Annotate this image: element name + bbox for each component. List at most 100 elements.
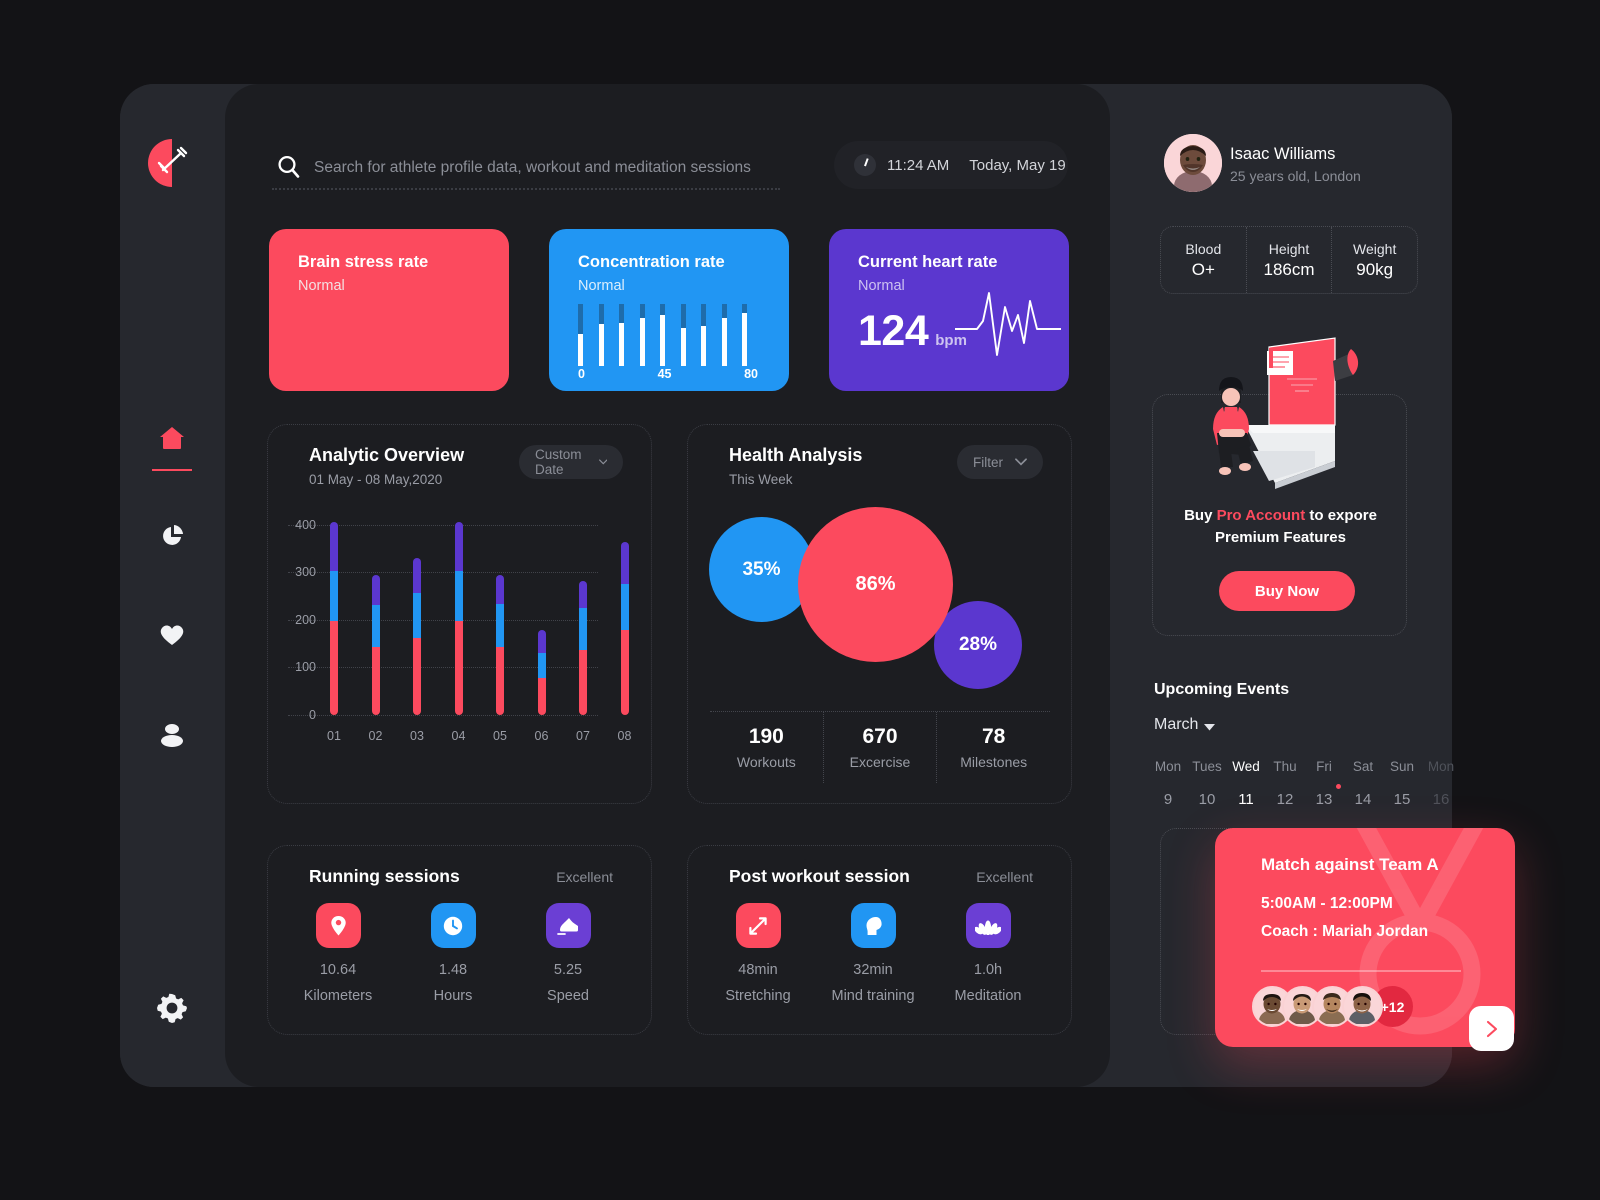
- filter-button[interactable]: Filter: [957, 445, 1043, 479]
- chevron-down-icon[interactable]: [1203, 723, 1216, 731]
- running-shoe-icon: [545, 903, 591, 948]
- custom-date-button[interactable]: Custom Date: [519, 445, 623, 479]
- day-of-week: Fri: [1316, 759, 1332, 774]
- bar-light-segment: [701, 325, 706, 366]
- panel-title: Analytic Overview: [309, 445, 465, 465]
- post-item-mind-training[interactable]: 32min Mind training: [832, 903, 915, 1004]
- chart-bar[interactable]: [454, 522, 463, 715]
- sidebar-item-home[interactable]: [148, 414, 196, 471]
- chart-bar[interactable]: [371, 575, 380, 715]
- left-sidebar: [120, 84, 238, 1087]
- buy-now-button[interactable]: Buy Now: [1219, 571, 1355, 611]
- metric-weight: Weight 90kg: [1331, 227, 1417, 293]
- dumbbell-logo[interactable]: [148, 139, 196, 187]
- chart-bar[interactable]: [413, 558, 421, 715]
- stat-label: Milestones: [960, 754, 1028, 770]
- red-bubble[interactable]: 86%: [798, 507, 953, 662]
- bubble-label: 86%: [855, 573, 896, 595]
- concentration-rate-card[interactable]: Concentration rate Normal 0 45 80: [549, 229, 789, 391]
- blue-bubble[interactable]: 35%: [709, 517, 814, 622]
- y-axis-tick: 400: [295, 517, 316, 532]
- calendar-day-16[interactable]: Mon 16: [1418, 758, 1464, 808]
- chart-bar-segment: [454, 522, 463, 572]
- brain-stress-card[interactable]: Brain stress rate Normal Low Normal Very…: [269, 229, 509, 391]
- post-item-stretching[interactable]: 48min Stretching: [725, 903, 791, 1004]
- chart-bar-segment: [371, 647, 380, 715]
- chart-bar[interactable]: [330, 522, 338, 715]
- heart-icon: [160, 625, 184, 645]
- chart-bar-segment: [413, 592, 421, 638]
- running-item-kilometers[interactable]: 10.64 Kilometers: [304, 903, 372, 1004]
- promo-post: to expore: [1309, 507, 1377, 524]
- ekg-waveform-icon: [955, 292, 1061, 356]
- day-of-week: Mon: [1154, 759, 1182, 774]
- panel-rating: Excellent: [556, 869, 613, 885]
- post-workout-items: 48min Stretching 32min Mind training 1.0…: [725, 903, 1021, 1004]
- card-title: Concentration rate: [578, 253, 725, 271]
- analytic-bar-chart: 0 100 200 300 400 01 02 03 04 05 06 07 08: [288, 515, 638, 765]
- clock-icon: [854, 154, 876, 176]
- stat-exercise: 670 Excercise: [822, 712, 937, 783]
- stat-label: Excercise: [849, 754, 911, 770]
- sidebar-item-health[interactable]: [148, 611, 196, 659]
- running-sessions-panel: Running sessions Excellent 10.64 Kilomet…: [267, 845, 652, 1035]
- head-brain-icon: [850, 903, 896, 948]
- pro-account-promo: Buy Pro Account to expore Premium Featur…: [1152, 337, 1408, 636]
- heart-rate-card[interactable]: Current heart rate Normal 124 bpm: [829, 229, 1069, 391]
- card-status: Normal: [578, 278, 625, 294]
- item-value: 5.25: [553, 962, 583, 978]
- x-axis-tick: 01: [327, 729, 341, 743]
- y-axis-tick: 100: [295, 660, 316, 675]
- promo-line2: Premium Features: [1215, 529, 1346, 546]
- chart-bar-segment: [413, 637, 421, 715]
- attendee-facepile[interactable]: +12: [1252, 986, 1413, 1027]
- chart-bar[interactable]: [537, 630, 546, 715]
- next-event-button[interactable]: [1469, 1006, 1514, 1051]
- day-number: 16: [1432, 791, 1450, 808]
- metric-value: 186cm: [1263, 259, 1315, 279]
- concentration-bar: [639, 304, 645, 366]
- card-status: Normal: [298, 278, 345, 294]
- chart-bar-segment: [454, 621, 463, 715]
- post-item-meditation[interactable]: 1.0h Meditation: [955, 903, 1021, 1004]
- month-selector-label[interactable]: March: [1154, 716, 1198, 734]
- purple-bubble[interactable]: 28%: [934, 601, 1022, 689]
- sidebar-item-profile[interactable]: [148, 710, 196, 758]
- chart-bar[interactable]: [579, 580, 587, 715]
- chart-bar-segment: [454, 571, 463, 622]
- y-axis-tick: 300: [295, 565, 316, 580]
- chart-bar-segment: [371, 604, 380, 648]
- chart-bar-segment: [579, 608, 587, 651]
- running-item-hours[interactable]: 1.48 Hours: [424, 903, 482, 1004]
- health-analysis-panel: Health Analysis This Week Filter 35% 28%…: [687, 424, 1072, 804]
- chart-bar-segment: [330, 621, 338, 715]
- event-divider: [1261, 970, 1461, 972]
- panel-subtitle: This Week: [729, 472, 793, 487]
- chart-bar[interactable]: [620, 541, 629, 715]
- panel-title: Running sessions: [309, 866, 460, 886]
- chart-bar-segment: [496, 604, 504, 647]
- location-pin-icon: [315, 903, 361, 948]
- sidebar-item-settings[interactable]: [148, 984, 196, 1032]
- bar-light-segment: [578, 333, 583, 366]
- bubble-label: 28%: [958, 634, 998, 655]
- sidebar-item-statistics[interactable]: [148, 512, 196, 560]
- chart-bar[interactable]: [496, 575, 504, 715]
- stat-milestones: 78 Milestones: [936, 712, 1050, 783]
- chart-bar-segment: [579, 580, 587, 609]
- search-bar[interactable]: [272, 148, 780, 190]
- user-name: Isaac Williams: [1230, 145, 1336, 163]
- axis-tick-0: 0: [578, 367, 585, 381]
- day-of-week: Sun: [1389, 759, 1415, 774]
- running-item-speed[interactable]: 5.25 Speed: [539, 903, 597, 1004]
- event-coach: Coach : Mariah Jordan: [1261, 923, 1429, 940]
- concentration-bar: [742, 304, 747, 366]
- panel-subtitle: 01 May - 08 May,2020: [309, 472, 443, 487]
- metric-value: O+: [1191, 259, 1215, 279]
- item-label: Kilometers: [303, 988, 373, 1004]
- home-icon: [160, 427, 184, 449]
- avatar[interactable]: [1164, 134, 1222, 192]
- item-label: Meditation: [954, 988, 1022, 1004]
- search-input[interactable]: [314, 159, 754, 177]
- promo-text: Buy Pro Account to expore Premium Featur…: [1153, 505, 1408, 549]
